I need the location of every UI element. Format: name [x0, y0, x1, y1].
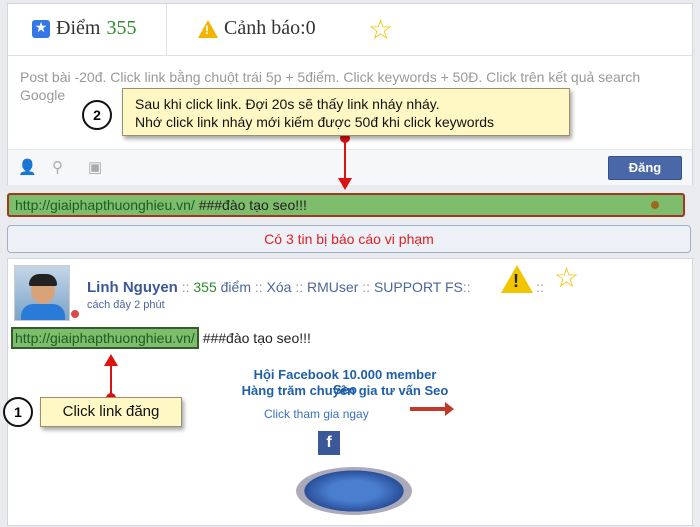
- avatar-shirt: [21, 304, 65, 320]
- star-outline-icon[interactable]: ☆: [368, 13, 393, 46]
- annotation-line2: Nhớ click link nháy mới kiếm được 50đ kh…: [135, 114, 495, 130]
- support-link[interactable]: SUPPORT FS: [374, 279, 463, 295]
- tab-divider: [166, 4, 167, 56]
- post-time[interactable]: cách đây 2 phút: [87, 299, 165, 311]
- avatar-hair: [29, 274, 57, 286]
- annotation-callout-2: Sau khi click link. Đợi 20s sẽ thấy link…: [122, 88, 570, 136]
- delete-link[interactable]: Xóa: [267, 279, 292, 295]
- tab-bar: ★ Điểm 355 Cảnh báo: 0 ☆: [8, 4, 692, 56]
- promo-line2: Hàng trăm chuyên gia tư vấn Seo: [241, 383, 449, 398]
- avatar[interactable]: [14, 265, 70, 321]
- crowd-illustration: [296, 467, 412, 515]
- favorite-star-icon[interactable]: ☆: [554, 261, 579, 294]
- author-name[interactable]: Linh Nguyen: [87, 279, 178, 296]
- annotation-callout-1: Click link đăng: [40, 397, 182, 427]
- flashing-link-text: ###đào tạo seo!!!: [194, 197, 307, 213]
- arrow-up-icon: [104, 354, 118, 366]
- status-dot: [651, 201, 659, 209]
- star-badge-icon: ★: [32, 19, 50, 38]
- post-link[interactable]: http://giaiphapthuonghieu.vn/: [11, 327, 199, 349]
- points-value: 355: [106, 17, 137, 39]
- warning-icon: [198, 19, 218, 38]
- location-icon[interactable]: ⚲: [52, 158, 63, 176]
- step-number-2: 2: [82, 100, 112, 130]
- meta-sep: ::: [250, 279, 267, 295]
- flashing-link-bar[interactable]: http://giaiphapthuonghieu.vn/ ###đào tạo…: [7, 193, 685, 217]
- warnings-label: Cảnh báo:: [224, 17, 306, 39]
- promo-cta: Click tham gia ngay: [264, 407, 369, 421]
- meta-sep: ::: [291, 279, 308, 295]
- post-content: http://giaiphapthuonghieu.vn/ ###đào tạo…: [11, 327, 311, 349]
- meta-sep: ::: [462, 279, 471, 295]
- arrow-right-icon: [410, 402, 454, 416]
- post-meta: Linh Nguyen :: 355 điểm :: Xóa :: RMUser…: [87, 279, 471, 296]
- arrow-down-icon: [338, 178, 352, 190]
- points-label: Điểm: [56, 17, 101, 39]
- add-friend-icon[interactable]: 👤: [18, 158, 37, 176]
- step-number-1: 1: [3, 397, 33, 427]
- rmuser-link[interactable]: RMUser: [307, 279, 358, 295]
- meta-sep: ::: [358, 279, 374, 295]
- meta-sep: ::: [536, 279, 544, 295]
- tab-points[interactable]: ★ Điểm 355: [32, 17, 136, 40]
- points-unit: điểm: [216, 279, 251, 295]
- warnings-value: 0: [305, 17, 316, 39]
- tab-warnings[interactable]: Cảnh báo: 0: [198, 17, 316, 40]
- post-text: ###đào tạo seo!!!: [198, 330, 311, 346]
- post-button[interactable]: Đăng: [608, 156, 682, 180]
- meta-sep: ::: [177, 279, 194, 295]
- report-notice[interactable]: Có 3 tin bị báo cáo vi phạm: [7, 225, 691, 253]
- facebook-icon: f: [318, 431, 340, 455]
- camera-icon[interactable]: ▣: [88, 158, 102, 176]
- online-badge: [70, 309, 80, 319]
- author-points: 355: [193, 279, 217, 295]
- promo-image[interactable]: Hội Facebook 10.000 member Seo Hàng trăm…: [240, 367, 454, 527]
- report-warning-icon[interactable]: [501, 265, 533, 293]
- annotation-line1: Sau khi click link. Đợi 20s sẽ thấy link…: [135, 96, 440, 112]
- flashing-link-url[interactable]: http://giaiphapthuonghieu.vn/: [15, 197, 195, 213]
